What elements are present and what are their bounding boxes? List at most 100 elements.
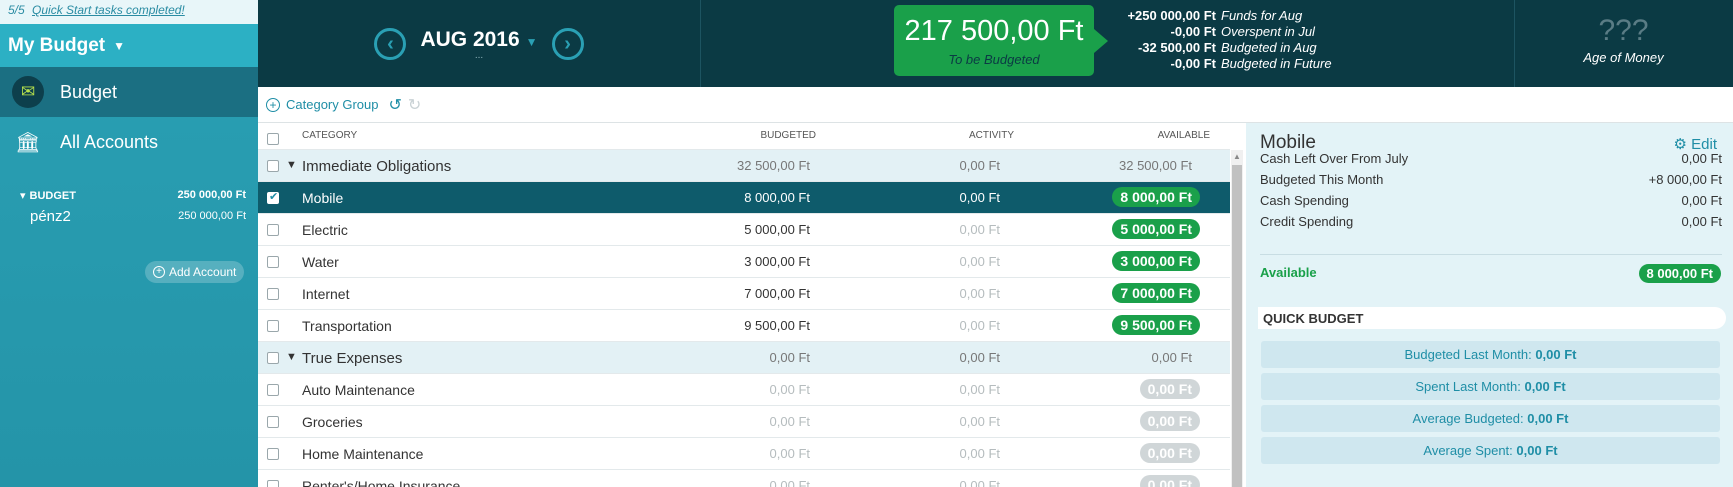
next-month-button[interactable]: › bbox=[551, 27, 584, 60]
activity-cell[interactable]: 0,00 Ft bbox=[960, 254, 1000, 269]
quick-budget-average-spent[interactable]: Average Spent: 0,00 Ft bbox=[1261, 437, 1720, 464]
quick-budget-average-budgeted[interactable]: Average Budgeted: 0,00 Ft bbox=[1261, 405, 1720, 432]
available-cell[interactable]: 8 000,00 Ft bbox=[1112, 187, 1200, 207]
category-name[interactable]: Electric bbox=[302, 222, 348, 238]
activity-cell[interactable]: 0,00 Ft bbox=[960, 350, 1000, 365]
budgeted-cell[interactable]: 0,00 Ft bbox=[770, 414, 810, 429]
account-group-budget[interactable]: BUDGET 250 000,00 Ft bbox=[20, 185, 246, 205]
category-name[interactable]: Home Maintenance bbox=[302, 446, 423, 462]
quick-budget-budgeted-last-month[interactable]: Budgeted Last Month: 0,00 Ft bbox=[1261, 341, 1720, 368]
category-row[interactable]: Electric 5 000,00 Ft 0,00 Ft 5 000,00 Ft bbox=[258, 214, 1230, 246]
activity-cell[interactable]: 0,00 Ft bbox=[960, 222, 1000, 237]
nav-all-accounts[interactable]: 🏛 All Accounts bbox=[0, 117, 258, 167]
column-activity[interactable]: ACTIVITY bbox=[969, 130, 1014, 141]
activity-cell[interactable]: 0,00 Ft bbox=[960, 158, 1000, 173]
available-pill[interactable]: 0,00 Ft bbox=[1139, 475, 1200, 487]
available-pill[interactable]: 8 000,00 Ft bbox=[1112, 187, 1200, 207]
redo-icon[interactable]: ↻ bbox=[408, 95, 421, 115]
available-cell[interactable]: 7 000,00 Ft bbox=[1112, 283, 1200, 303]
available-pill[interactable]: 7 000,00 Ft bbox=[1112, 283, 1200, 303]
collapse-caret-icon[interactable]: ▼ bbox=[286, 159, 297, 171]
quickstart-banner[interactable]: 5/5 Quick Start tasks completed! bbox=[0, 0, 258, 24]
category-row[interactable]: Renter's/Home Insurance 0,00 Ft 0,00 Ft 0,0… bbox=[258, 470, 1230, 487]
row-checkbox[interactable] bbox=[267, 288, 279, 300]
available-pill[interactable]: 9 500,00 Ft bbox=[1112, 315, 1200, 335]
available-cell[interactable]: 32 500,00 Ft bbox=[1119, 158, 1192, 173]
budgeted-cell[interactable]: 8 000,00 Ft bbox=[744, 190, 810, 205]
plus-circle-icon[interactable]: + bbox=[266, 97, 280, 112]
budgeted-cell[interactable]: 0,00 Ft bbox=[770, 350, 810, 365]
available-cell[interactable]: 0,00 Ft bbox=[1152, 350, 1192, 365]
activity-cell[interactable]: 0,00 Ft bbox=[960, 478, 1000, 487]
row-checkbox[interactable] bbox=[267, 224, 279, 236]
row-checkbox[interactable] bbox=[267, 352, 279, 364]
available-cell[interactable]: 3 000,00 Ft bbox=[1112, 251, 1200, 271]
category-name[interactable]: Groceries bbox=[302, 414, 363, 430]
add-category-group-button[interactable]: Category Group bbox=[286, 97, 379, 112]
activity-cell[interactable]: 0,00 Ft bbox=[960, 446, 1000, 461]
scroll-up-icon[interactable]: ▲ bbox=[1233, 152, 1241, 161]
category-row[interactable]: Groceries 0,00 Ft 0,00 Ft 0,00 Ft bbox=[258, 406, 1230, 438]
available-pill[interactable]: 5 000,00 Ft bbox=[1112, 219, 1200, 239]
available-cell[interactable]: 5 000,00 Ft bbox=[1112, 219, 1200, 239]
available-pill[interactable]: 3 000,00 Ft bbox=[1112, 251, 1200, 271]
row-checkbox[interactable] bbox=[267, 416, 279, 428]
category-row[interactable]: Internet 7 000,00 Ft 0,00 Ft 7 000,00 Ft bbox=[258, 278, 1230, 310]
category-row[interactable]: Water 3 000,00 Ft 0,00 Ft 3 000,00 Ft bbox=[258, 246, 1230, 278]
budget-menu[interactable]: My Budget ▼ bbox=[0, 24, 258, 67]
category-name[interactable]: Internet bbox=[302, 286, 349, 302]
activity-cell[interactable]: 0,00 Ft bbox=[960, 382, 1000, 397]
category-group-row[interactable]: ▼ Immediate Obligations 32 500,00 Ft 0,00 F… bbox=[258, 150, 1230, 182]
account-row[interactable]: pénz2 250 000,00 Ft bbox=[20, 205, 246, 227]
available-cell[interactable]: 0,00 Ft bbox=[1139, 443, 1200, 463]
quick-budget-spent-last-month[interactable]: Spent Last Month: 0,00 Ft bbox=[1261, 373, 1720, 400]
row-checkbox[interactable] bbox=[267, 256, 279, 268]
available-cell[interactable]: 0,00 Ft bbox=[1139, 411, 1200, 431]
column-budgeted[interactable]: BUDGETED bbox=[760, 130, 816, 141]
available-pill[interactable]: 0,00 Ft bbox=[1139, 443, 1200, 463]
activity-cell[interactable]: 0,00 Ft bbox=[960, 318, 1000, 333]
budgeted-cell[interactable]: 0,00 Ft bbox=[770, 478, 810, 487]
category-name[interactable]: Transportation bbox=[302, 318, 392, 334]
available-pill[interactable]: 0,00 Ft bbox=[1139, 411, 1200, 431]
activity-cell[interactable]: 0,00 Ft bbox=[960, 190, 1000, 205]
row-checkbox[interactable] bbox=[267, 480, 279, 487]
budgeted-cell[interactable]: 3 000,00 Ft bbox=[744, 254, 810, 269]
select-all-checkbox[interactable] bbox=[267, 133, 279, 145]
category-name[interactable]: Mobile bbox=[302, 190, 343, 206]
category-name[interactable]: Auto Maintenance bbox=[302, 382, 415, 398]
available-pill[interactable]: 0,00 Ft bbox=[1139, 379, 1200, 399]
available-cell[interactable]: 0,00 Ft bbox=[1139, 379, 1200, 399]
category-row[interactable]: Transportation 9 500,00 Ft 0,00 Ft 9 500,00… bbox=[258, 310, 1230, 342]
collapse-caret-icon[interactable]: ▼ bbox=[286, 351, 297, 363]
row-checkbox[interactable] bbox=[267, 448, 279, 460]
budgeted-cell[interactable]: 9 500,00 Ft bbox=[744, 318, 810, 333]
prev-month-button[interactable]: ‹ bbox=[374, 27, 407, 60]
table-scrollbar[interactable]: ▲ bbox=[1231, 150, 1243, 487]
column-category[interactable]: CATEGORY bbox=[302, 130, 357, 141]
activity-cell[interactable]: 0,00 Ft bbox=[960, 286, 1000, 301]
category-row[interactable]: Mobile 8 000,00 Ft 0,00 Ft 8 000,00 Ft bbox=[258, 182, 1230, 214]
category-group-row[interactable]: ▼ True Expenses 0,00 Ft 0,00 Ft 0,00 Ft bbox=[258, 342, 1230, 374]
category-group-name[interactable]: True Expenses bbox=[302, 350, 402, 367]
category-group-name[interactable]: Immediate Obligations bbox=[302, 158, 451, 175]
budgeted-cell[interactable]: 0,00 Ft bbox=[770, 382, 810, 397]
category-name[interactable]: Water bbox=[302, 254, 339, 270]
budgeted-cell[interactable]: 0,00 Ft bbox=[770, 446, 810, 461]
row-checkbox[interactable] bbox=[267, 160, 279, 172]
nav-budget[interactable]: ✉ Budget bbox=[0, 67, 258, 117]
activity-cell[interactable]: 0,00 Ft bbox=[960, 414, 1000, 429]
budgeted-cell[interactable]: 32 500,00 Ft bbox=[737, 158, 810, 173]
add-account-button[interactable]: + Add Account bbox=[145, 261, 245, 283]
category-row[interactable]: Auto Maintenance 0,00 Ft 0,00 Ft 0,00 Ft bbox=[258, 374, 1230, 406]
quickstart-link[interactable]: Quick Start tasks completed! bbox=[32, 3, 185, 17]
column-available[interactable]: AVAILABLE bbox=[1158, 130, 1210, 141]
available-cell[interactable]: 0,00 Ft bbox=[1139, 475, 1200, 487]
available-cell[interactable]: 9 500,00 Ft bbox=[1112, 315, 1200, 335]
category-name[interactable]: Renter's/Home Insurance bbox=[302, 478, 460, 487]
row-checkbox[interactable] bbox=[267, 190, 279, 204]
budgeted-cell[interactable]: 7 000,00 Ft bbox=[744, 286, 810, 301]
row-checkbox[interactable] bbox=[267, 384, 279, 396]
month-selector[interactable]: AUG 2016 ▼ ... bbox=[420, 28, 537, 61]
category-row[interactable]: Home Maintenance 0,00 Ft 0,00 Ft 0,00 Ft bbox=[258, 438, 1230, 470]
